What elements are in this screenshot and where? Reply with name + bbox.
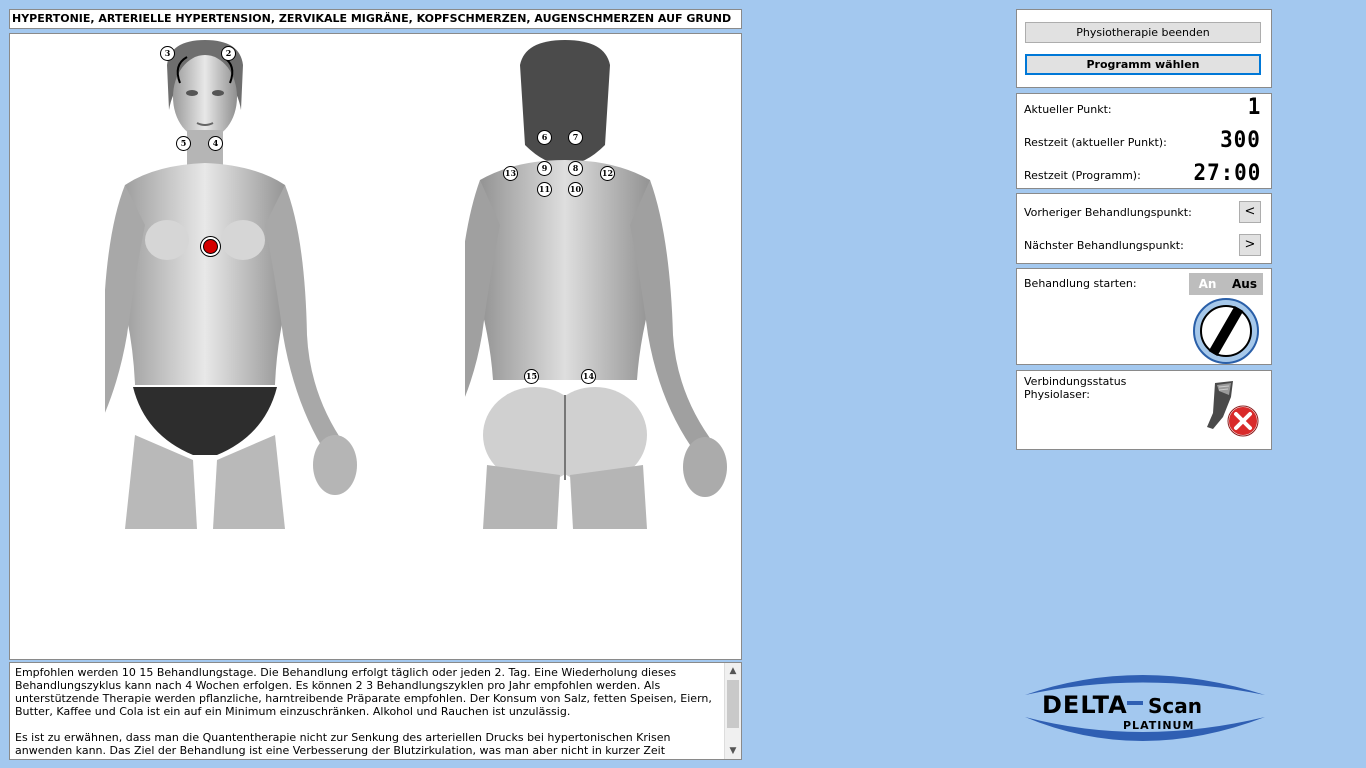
- remaining-program-value: 27:00: [1193, 161, 1261, 186]
- program-title-bar: HYPERTONIE, ARTERIELLE HYPERTENSION, ZER…: [9, 9, 742, 29]
- scroll-down-icon[interactable]: ▼: [725, 743, 741, 759]
- select-program-button[interactable]: Programm wählen: [1025, 54, 1261, 75]
- next-point-button[interactable]: >: [1239, 234, 1261, 256]
- disconnected-x-icon: [1227, 405, 1259, 437]
- point-10[interactable]: 10: [568, 182, 583, 197]
- point-3[interactable]: 3: [160, 46, 175, 61]
- connection-status-label-line1: Verbindungsstatus: [1024, 375, 1127, 388]
- point-14[interactable]: 14: [581, 369, 596, 384]
- remaining-point-label: Restzeit (aktueller Punkt):: [1024, 136, 1167, 149]
- point-7[interactable]: 7: [568, 130, 583, 145]
- description-paragraph-2: Es ist zu erwähnen, dass man die Quanten…: [15, 731, 671, 757]
- laser-device-icon: [1207, 381, 1259, 437]
- start-treatment-label: Behandlung starten:: [1024, 277, 1137, 290]
- point-9[interactable]: 9: [537, 161, 552, 176]
- previous-point-label: Vorheriger Behandlungspunkt:: [1024, 206, 1192, 219]
- point-5[interactable]: 5: [176, 136, 191, 151]
- scroll-up-icon[interactable]: ▲: [725, 663, 741, 679]
- point-navigation-box: Vorheriger Behandlungspunkt: < Nächster …: [1016, 193, 1272, 264]
- point-15[interactable]: 15: [524, 369, 539, 384]
- treatment-toggle[interactable]: An Aus: [1189, 273, 1263, 295]
- next-point-label: Nächster Behandlungspunkt:: [1024, 239, 1184, 252]
- previous-point-button[interactable]: <: [1239, 201, 1261, 223]
- description-scrollbar[interactable]: ▲ ▼: [724, 663, 741, 759]
- description-text: Empfohlen werden 10 15 Behandlungstage. …: [15, 666, 721, 759]
- description-panel[interactable]: Empfohlen werden 10 15 Behandlungstage. …: [9, 662, 742, 760]
- program-title: HYPERTONIE, ARTERIELLE HYPERTENSION, ZER…: [12, 12, 732, 25]
- program-control-box: Physiotherapie beenden Programm wählen: [1016, 9, 1272, 88]
- point-12[interactable]: 12: [600, 166, 615, 181]
- current-point-value: 1: [1247, 95, 1261, 120]
- body-image-panel: 3 2 5 4 6 7 9 8 13 12 11 10 15 14: [9, 33, 742, 660]
- back-body-figure: [465, 35, 730, 529]
- svg-text:DELTA: DELTA: [1042, 691, 1128, 719]
- power-knob-icon[interactable]: [1192, 297, 1260, 365]
- toggle-off-label[interactable]: Aus: [1226, 273, 1263, 295]
- point-8[interactable]: 8: [568, 161, 583, 176]
- description-paragraph-1: Empfohlen werden 10 15 Behandlungstage. …: [15, 666, 712, 718]
- start-treatment-box: Behandlung starten: An Aus: [1016, 268, 1272, 365]
- connection-status-label-line2: Physiolaser:: [1024, 388, 1090, 401]
- point-4[interactable]: 4: [208, 136, 223, 151]
- delta-scan-logo: DELTA Scan PLATINUM: [1025, 675, 1265, 741]
- point-6[interactable]: 6: [537, 130, 552, 145]
- scroll-thumb[interactable]: [727, 680, 739, 728]
- point-13[interactable]: 13: [503, 166, 518, 181]
- point-1-active[interactable]: [203, 239, 218, 254]
- remaining-program-label: Restzeit (Programm):: [1024, 169, 1141, 182]
- point-11[interactable]: 11: [537, 182, 552, 197]
- front-body-figure: [105, 35, 370, 529]
- svg-text:PLATINUM: PLATINUM: [1123, 719, 1194, 732]
- timer-box: Aktueller Punkt: 1 Restzeit (aktueller P…: [1016, 93, 1272, 189]
- svg-text:Scan: Scan: [1148, 694, 1202, 718]
- point-2[interactable]: 2: [221, 46, 236, 61]
- end-physiotherapy-button[interactable]: Physiotherapie beenden: [1025, 22, 1261, 43]
- remaining-point-value: 300: [1220, 128, 1261, 153]
- current-point-label: Aktueller Punkt:: [1024, 103, 1112, 116]
- toggle-on-label[interactable]: An: [1189, 273, 1226, 295]
- connection-status-box: Verbindungsstatus Physiolaser:: [1016, 370, 1272, 450]
